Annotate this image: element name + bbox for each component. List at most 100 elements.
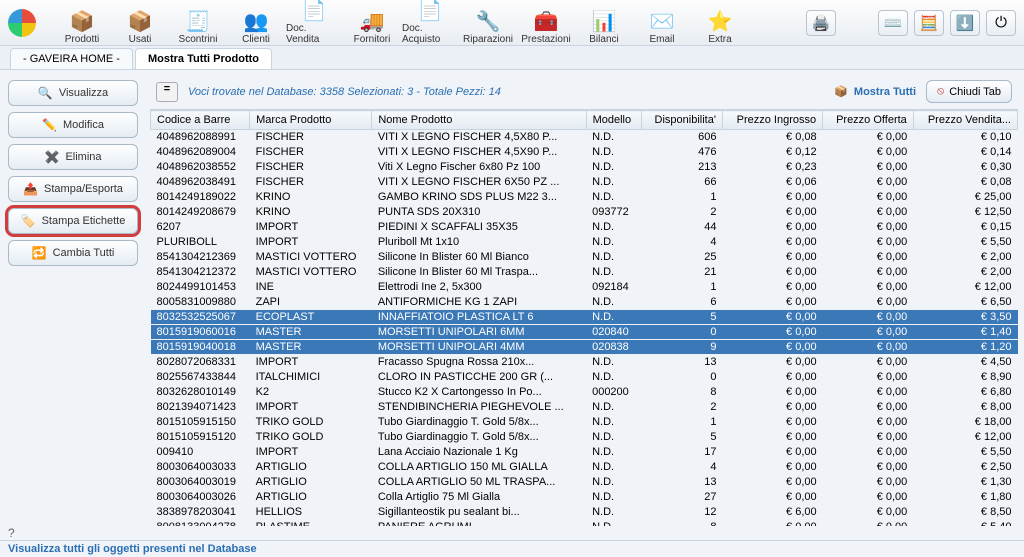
toolbar-icon: 🧾 [186, 12, 211, 32]
sidebar-cambia-tutti-button[interactable]: 🔁Cambia Tutti [8, 240, 138, 266]
table-cell: N.D. [586, 190, 642, 205]
toolbar-doc-vendita-button[interactable]: 📄Doc. Vendita [286, 1, 342, 45]
table-row[interactable]: 8014249189022KRINOGAMBO KRINO SDS PLUS M… [151, 190, 1018, 205]
table-row[interactable]: 8015919060016MASTERMORSETTI UNIPOLARI 6M… [151, 325, 1018, 340]
table-row[interactable]: 8028072068331IMPORTFracasso Spugna Rossa… [151, 355, 1018, 370]
table-cell: 5 [642, 430, 723, 445]
sidebar-icon: 🏷️ [21, 214, 36, 228]
table-row[interactable]: 8541304212372MASTICI VOTTEROSilicone In … [151, 265, 1018, 280]
table-cell: STENDIBINCHERIA PIEGHEVOLE ... [372, 400, 586, 415]
toolbar-doc-acquisto-button[interactable]: 📄Doc. Acquisto [402, 1, 458, 45]
table-cell: FISCHER [250, 145, 372, 160]
sidebar-visualizza-button[interactable]: 🔍Visualizza [8, 80, 138, 106]
toolbar-extra-button[interactable]: ⭐ Extra [692, 1, 748, 45]
table-row[interactable]: 6207IMPORTPIEDINI X SCAFFALI 35X35N.D.44… [151, 220, 1018, 235]
table-row[interactable]: 8025567433844ITALCHIMICICLORO IN PASTICC… [151, 370, 1018, 385]
table-cell: PIEDINI X SCAFFALI 35X35 [372, 220, 586, 235]
table-cell: € 0,00 [823, 355, 914, 370]
toolbar-right-button-4[interactable]: ⏻ [986, 10, 1016, 36]
column-header[interactable]: Disponibilita' [642, 111, 723, 130]
sidebar-elimina-button[interactable]: ✖️Elimina [8, 144, 138, 170]
table-row[interactable]: 8003064003019ARTIGLIOCOLLA ARTIGLIO 50 M… [151, 475, 1018, 490]
column-header[interactable]: Nome Prodotto [372, 111, 586, 130]
table-row[interactable]: 8005831009880ZAPIANTIFORMICHE KG 1 ZAPIN… [151, 295, 1018, 310]
table-cell: 8014249189022 [151, 190, 250, 205]
toolbar-fornitori-button[interactable]: 🚚Fornitori [344, 1, 400, 45]
toolbar-email-button[interactable]: ✉️Email [634, 1, 690, 45]
toolbar-right-button-0[interactable]: 🖨️ [806, 10, 836, 36]
toolbar-icon: ⭐ [708, 12, 733, 32]
table-cell: Fracasso Spugna Rossa 210x... [372, 355, 586, 370]
table-row[interactable]: 8021394071423IMPORTSTENDIBINCHERIA PIEGH… [151, 400, 1018, 415]
table-row[interactable]: PLURIBOLLIMPORTPluriboll Mt 1x10N.D.4€ 0… [151, 235, 1018, 250]
toolbar-clienti-button[interactable]: 👥Clienti [228, 1, 284, 45]
toolbar-label: Clienti [242, 34, 270, 45]
table-cell: € 0,12 [722, 145, 822, 160]
column-header[interactable]: Marca Prodotto [250, 111, 372, 130]
table-cell: Colla Artiglio 75 Ml Gialla [372, 490, 586, 505]
table-row[interactable]: 8014249208679KRINOPUNTA SDS 20X310093772… [151, 205, 1018, 220]
table-cell: 1 [642, 280, 723, 295]
sidebar-stampa-etichette-button[interactable]: 🏷️ Stampa Etichette [8, 208, 138, 234]
toolbar-label: Extra [708, 34, 731, 45]
table-cell: 4048962088991 [151, 130, 250, 145]
tab-mostra-tutti-prodotto[interactable]: Mostra Tutti Prodotto [135, 48, 272, 69]
table-cell: € 0,00 [722, 235, 822, 250]
table-row[interactable]: 8003064003026ARTIGLIOColla Artiglio 75 M… [151, 490, 1018, 505]
tab--gaveira-home-[interactable]: - GAVEIRA HOME - [10, 48, 133, 69]
toolbar-right-button-3[interactable]: ⬇️ [950, 10, 980, 36]
table-row[interactable]: 4048962089004FISCHERVITI X LEGNO FISCHER… [151, 145, 1018, 160]
table-cell: 4048962038491 [151, 175, 250, 190]
table-cell: 093772 [586, 205, 642, 220]
column-header[interactable]: Prezzo Offerta [823, 111, 914, 130]
toolbar-right-button-2[interactable]: 🧮 [914, 10, 944, 36]
equals-button[interactable]: = [156, 82, 178, 102]
column-header[interactable]: Codice a Barre [151, 111, 250, 130]
column-header[interactable]: Modello [586, 111, 642, 130]
table-cell: € 0,00 [823, 175, 914, 190]
column-header[interactable]: Prezzo Vendita... [913, 111, 1017, 130]
table-row[interactable]: 4048962038552FISCHERViti X Legno Fischer… [151, 160, 1018, 175]
table-row[interactable]: 8024499101453INEElettrodi Ine 2, 5x30009… [151, 280, 1018, 295]
table-row[interactable]: 8541304212369MASTICI VOTTEROSilicone In … [151, 250, 1018, 265]
toolbar-prodotti-button[interactable]: 📦Prodotti [54, 1, 110, 45]
table-cell: N.D. [586, 430, 642, 445]
table-cell: € 0,00 [823, 340, 914, 355]
table-row[interactable]: 8003064003033ARTIGLIOCOLLA ARTIGLIO 150 … [151, 460, 1018, 475]
table-cell: N.D. [586, 355, 642, 370]
sidebar-label: Visualizza [59, 87, 108, 99]
table-cell: 66 [642, 175, 723, 190]
table-cell: € 0,00 [722, 370, 822, 385]
column-header[interactable]: Prezzo Ingrosso [722, 111, 822, 130]
table-row[interactable]: 8015105915120TRIKO GOLDTubo Giardinaggio… [151, 430, 1018, 445]
sidebar-stampa-esporta-button[interactable]: 📤Stampa/Esporta [8, 176, 138, 202]
table-cell: Stucco K2 X Cartongesso In Po... [372, 385, 586, 400]
table-row[interactable]: 4048962088991FISCHERVITI X LEGNO FISCHER… [151, 130, 1018, 145]
table-row[interactable]: 8032532525067ECOPLASTINNAFFIATOIO PLASTI… [151, 310, 1018, 325]
table-cell: € 0,08 [913, 175, 1017, 190]
toolbar-label: Bilanci [589, 34, 618, 45]
sidebar-label: Stampa Etichette [42, 215, 126, 227]
table-row[interactable]: 009410IMPORTLana Acciaio Nazionale 1 KgN… [151, 445, 1018, 460]
table-cell: € 0,00 [823, 265, 914, 280]
toolbar-scontrini-button[interactable]: 🧾Scontrini [170, 1, 226, 45]
toolbar-riparazioni-button[interactable]: 🔧Riparazioni [460, 1, 516, 45]
table-row[interactable]: 8015919040018MASTERMORSETTI UNIPOLARI 4M… [151, 340, 1018, 355]
table-row[interactable]: 3838978203041HELLIOSSigillanteostik pu s… [151, 505, 1018, 520]
database-info-label: Voci trovate nel Database: 3358 Selezion… [188, 86, 501, 98]
tab-bar: - GAVEIRA HOME -Mostra Tutti Prodotto [0, 46, 1024, 70]
table-row[interactable]: 8015105915150TRIKO GOLDTubo Giardinaggio… [151, 415, 1018, 430]
toolbar-prestazioni-button[interactable]: 🧰Prestazioni [518, 1, 574, 45]
table-cell: € 12,50 [913, 205, 1017, 220]
table-row[interactable]: 4048962038491FISCHERVITI X LEGNO FISCHER… [151, 175, 1018, 190]
table-cell: 8541304212372 [151, 265, 250, 280]
toolbar-bilanci-button[interactable]: 📊Bilanci [576, 1, 632, 45]
chiudi-tab-button[interactable]: ⦸ Chiudi Tab [926, 80, 1012, 103]
data-grid[interactable]: Codice a BarreMarca ProdottoNome Prodott… [150, 109, 1018, 526]
table-row[interactable]: 8032628010149K2Stucco K2 X Cartongesso I… [151, 385, 1018, 400]
sidebar-modifica-button[interactable]: ✏️Modifica [8, 112, 138, 138]
toolbar-usati-button[interactable]: 📦Usati [112, 1, 168, 45]
table-cell: ARTIGLIO [250, 490, 372, 505]
table-cell: Silicone In Blister 60 Ml Traspa... [372, 265, 586, 280]
toolbar-right-button-1[interactable]: ⌨️ [878, 10, 908, 36]
